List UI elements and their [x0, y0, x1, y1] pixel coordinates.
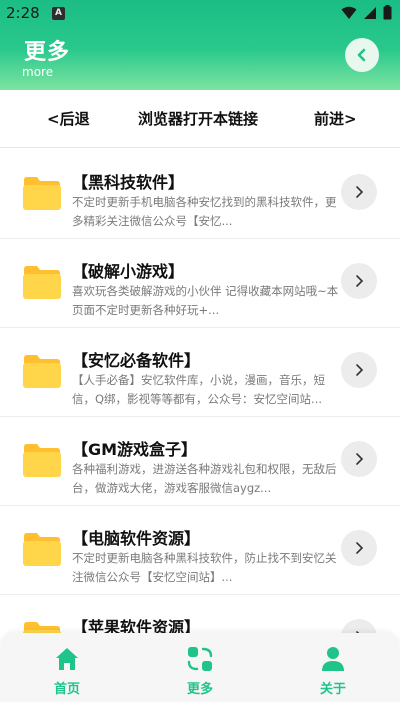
folder-icon	[23, 444, 61, 477]
list-item-title: 【GM游戏盒子】	[72, 440, 198, 459]
status-time: 2:28	[6, 4, 40, 22]
back-button[interactable]	[345, 38, 379, 72]
browser-nav-bar: <后退 浏览器打开本链接 前进>	[0, 90, 400, 148]
nav-back-link[interactable]: <后退	[47, 108, 90, 129]
list-item-desc: 喜欢玩各类破解游戏的小伙伴 记得收藏本网站哦~本页面不定时更新各种好玩+...	[72, 284, 339, 317]
list-item[interactable]: 【安忆必备软件】 【人手必备】安忆软件库，小说，漫画，音乐，短信，Q绑，影视等等…	[0, 328, 400, 417]
list-item-title: 【黑科技软件】	[72, 173, 185, 192]
list-item-desc: 不定时更新电脑各种黑科技软件，防止找不到安忆关注微信公众号【安忆空间站】...	[72, 551, 337, 584]
chevron-right-button[interactable]	[341, 263, 377, 299]
open-in-browser-link[interactable]: 浏览器打开本链接	[138, 108, 258, 129]
list-item[interactable]: 【黑科技软件】 不定时更新手机电脑各种安忆找到的黑科技软件，更多精彩关注微信公众…	[0, 150, 400, 239]
list-item[interactable]: 【电脑软件资源】 不定时更新电脑各种黑科技软件，防止找不到安忆关注微信公众号【安…	[0, 506, 400, 595]
signal-icon	[364, 6, 376, 19]
page-subtitle: more	[22, 65, 54, 79]
page-title: 更多	[24, 40, 71, 65]
wifi-icon	[341, 6, 357, 19]
chevron-right-icon	[356, 275, 364, 287]
folder-icon	[23, 533, 61, 566]
notification-badge: A	[52, 7, 65, 20]
list-item-title: 【破解小游戏】	[72, 262, 185, 281]
list-item-desc: 【人手必备】安忆软件库，小说，漫画，音乐，短信，Q绑，影视等等都有，公众号：安忆…	[72, 373, 325, 406]
list-item[interactable]: 【GM游戏盒子】 各种福利游戏，进游送各种游戏礼包和权限，无敌后台，做游戏大佬，…	[0, 417, 400, 506]
chevron-right-icon	[356, 364, 364, 376]
folder-icon	[23, 177, 61, 210]
battery-icon	[383, 5, 392, 20]
folder-icon	[23, 355, 61, 388]
chevron-right-icon	[356, 186, 364, 198]
home-icon	[56, 648, 78, 670]
tab-about[interactable]: 关于	[303, 645, 363, 697]
list-item-title: 【安忆必备软件】	[72, 351, 201, 370]
user-icon	[322, 647, 344, 671]
status-bar: 2:28 A	[0, 0, 400, 28]
tab-more-label: 更多	[186, 682, 213, 697]
bottom-tab-bar: 首页 更多 关于	[0, 633, 400, 702]
chevron-left-icon	[357, 48, 366, 62]
more-icon	[187, 647, 213, 671]
list-item-desc: 不定时更新手机电脑各种安忆找到的黑科技软件，更多精彩关注微信公众号【安忆...	[72, 195, 337, 228]
chevron-right-button[interactable]	[341, 352, 377, 388]
tab-about-label: 关于	[319, 682, 346, 697]
tab-more[interactable]: 更多	[170, 645, 230, 697]
tab-home[interactable]: 首页	[37, 645, 97, 697]
status-icons	[341, 5, 392, 20]
nav-forward-link[interactable]: 前进>	[314, 108, 357, 129]
chevron-right-button[interactable]	[341, 174, 377, 210]
folder-icon	[23, 266, 61, 299]
list-item-desc: 各种福利游戏，进游送各种游戏礼包和权限，无敌后台，做游戏大佬，游戏客服微信ayg…	[72, 462, 337, 495]
chevron-right-icon	[356, 542, 364, 554]
resource-list: 【黑科技软件】 不定时更新手机电脑各种安忆找到的黑科技软件，更多精彩关注微信公众…	[0, 150, 400, 684]
header: 2:28 A 更多 more	[0, 0, 400, 90]
chevron-right-button[interactable]	[341, 530, 377, 566]
chevron-right-icon	[356, 453, 364, 465]
list-item[interactable]: 【破解小游戏】 喜欢玩各类破解游戏的小伙伴 记得收藏本网站哦~本页面不定时更新各…	[0, 239, 400, 328]
tab-home-label: 首页	[53, 682, 80, 697]
list-item-title: 【电脑软件资源】	[72, 529, 201, 548]
chevron-right-button[interactable]	[341, 441, 377, 477]
